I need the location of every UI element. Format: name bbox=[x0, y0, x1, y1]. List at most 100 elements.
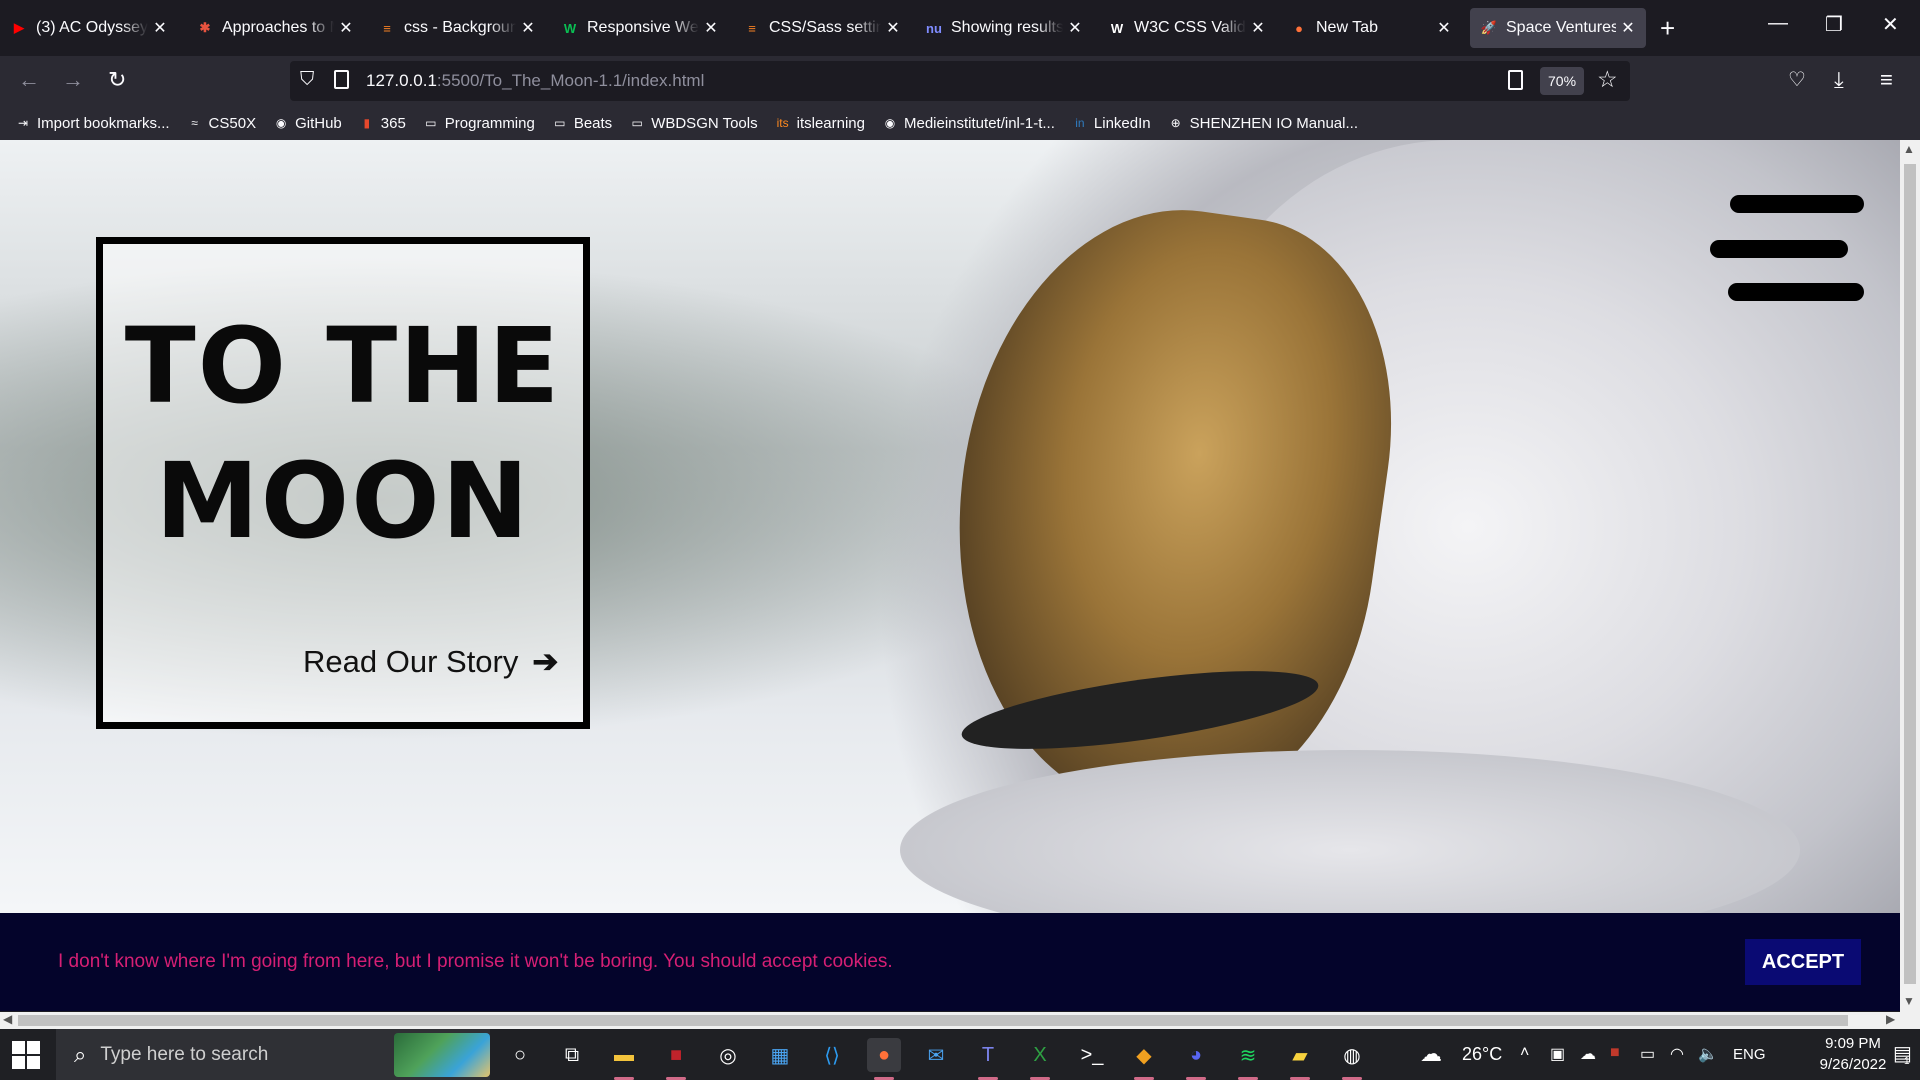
address-bar[interactable]: ⛉ 127.0.0.1:5500/To_The_Moon-1.1/index.h… bbox=[290, 61, 1630, 101]
bookmark-star-icon[interactable]: ☆ bbox=[1597, 66, 1618, 93]
vscode-icon[interactable]: ⟨⟩ bbox=[815, 1038, 849, 1072]
scroll-down-icon[interactable]: ▼ bbox=[1903, 994, 1915, 1008]
vertical-scrollbar[interactable]: ▲ ▼ bbox=[1900, 140, 1920, 1012]
nu-icon: nu bbox=[926, 20, 942, 36]
reload-icon[interactable]: ↻ bbox=[108, 67, 126, 93]
hero-background-image: TO THE MOON Read Our Story ➔ bbox=[0, 140, 1900, 950]
url-text[interactable]: 127.0.0.1:5500/To_The_Moon-1.1/index.htm… bbox=[366, 71, 704, 91]
forward-arrow-icon[interactable]: → bbox=[62, 67, 84, 93]
close-tab-icon[interactable]: ✕ bbox=[1436, 18, 1452, 38]
close-window-button[interactable]: ✕ bbox=[1882, 12, 1899, 37]
bookmark-item[interactable]: ⊕ SHENZHEN IO Manual... bbox=[1167, 114, 1358, 132]
browser-tab[interactable]: ≡ css - Background ✕ bbox=[368, 8, 546, 48]
meet-now-icon[interactable]: ▣ bbox=[1550, 1044, 1565, 1064]
page-viewport: TO THE MOON Read Our Story ➔ I don't know… bbox=[0, 140, 1900, 1012]
scroll-up-icon[interactable]: ▲ bbox=[1903, 142, 1915, 156]
cortana-icon[interactable]: ○ bbox=[503, 1038, 537, 1072]
zoom-level[interactable]: 70% bbox=[1540, 67, 1585, 95]
battery-icon[interactable]: ▭ bbox=[1640, 1044, 1655, 1064]
browser-tab[interactable]: nu Showing results f ✕ bbox=[915, 8, 1093, 48]
close-tab-icon[interactable]: ✕ bbox=[703, 18, 719, 38]
volume-icon[interactable]: 🔈 bbox=[1698, 1044, 1718, 1064]
accept-cookies-button[interactable]: ACCEPT bbox=[1745, 939, 1861, 985]
store-icon[interactable]: ▦ bbox=[763, 1038, 797, 1072]
horizontal-scrollbar[interactable]: ◀ ▶ bbox=[0, 1012, 1920, 1029]
browser-tab[interactable]: ▶ (3) AC Odyssey: Sp✕ bbox=[0, 8, 178, 48]
close-tab-icon[interactable]: ✕ bbox=[152, 18, 168, 38]
bookmark-item[interactable]: ◉ Medieinstitutet/inl-1-t... bbox=[881, 114, 1055, 132]
bookmark-item[interactable]: ⇥ Import bookmarks... bbox=[14, 114, 170, 132]
windows-taskbar: ⌕ Type here to search ○ ⧉ ▬ ■ ◎ ▦ ⟨⟩ ● ✉ T X >_ ◆ ◕ ≋ ▰… bbox=[0, 1029, 1920, 1080]
scroll-left-icon[interactable]: ◀ bbox=[3, 1012, 12, 1026]
search-icon: ⌕ bbox=[74, 1041, 87, 1067]
terminal-icon[interactable]: >_ bbox=[1075, 1038, 1109, 1072]
sticky-notes-icon[interactable]: ▰ bbox=[1283, 1038, 1317, 1080]
bookmark-item[interactable]: in LinkedIn bbox=[1071, 114, 1150, 132]
hamburger-menu-button[interactable] bbox=[1710, 195, 1870, 305]
bookmark-item[interactable]: ≈ CS50X bbox=[186, 114, 256, 132]
close-tab-icon[interactable]: ✕ bbox=[338, 18, 354, 38]
browser-tab[interactable]: 🚀 Space Ventures ✕ bbox=[1470, 8, 1646, 48]
browser-tab[interactable]: ● New Tab ✕ bbox=[1280, 8, 1462, 48]
clock[interactable]: 9:09 PM 9/26/2022 bbox=[1816, 1033, 1890, 1075]
vertical-scroll-thumb[interactable] bbox=[1904, 164, 1916, 984]
onedrive-icon[interactable]: ☁ bbox=[1580, 1044, 1596, 1064]
weather-icon[interactable]: ☁ bbox=[1420, 1041, 1442, 1067]
chevron-up-icon[interactable]: ˄ bbox=[1520, 1044, 1529, 1062]
steam-icon[interactable]: ◎ bbox=[711, 1038, 745, 1072]
tab-title: New Tab bbox=[1316, 19, 1432, 37]
close-tab-icon[interactable]: ✕ bbox=[520, 18, 536, 38]
menu-icon[interactable]: ≡ bbox=[1880, 67, 1893, 93]
bookmark-label: Medieinstitutet/inl-1-t... bbox=[903, 114, 1055, 132]
git-icon[interactable]: ◆ bbox=[1127, 1038, 1161, 1080]
discord-icon[interactable]: ◕ bbox=[1179, 1038, 1213, 1080]
search-highlight-image bbox=[394, 1033, 490, 1077]
bookmark-item[interactable]: ▭ Programming bbox=[422, 114, 535, 132]
bookmark-item[interactable]: its itslearning bbox=[774, 114, 865, 132]
import-icon: ⇥ bbox=[17, 116, 29, 130]
tray-app-icon[interactable]: ■ bbox=[1610, 1044, 1620, 1062]
firefox-icon[interactable]: ● bbox=[867, 1038, 901, 1080]
read-our-story-link[interactable]: Read Our Story ➔ bbox=[303, 644, 558, 680]
rocket-icon: 🚀 bbox=[1480, 20, 1498, 35]
windows-start-icon[interactable] bbox=[12, 1041, 40, 1069]
close-tab-icon[interactable]: ✕ bbox=[1620, 18, 1636, 38]
bookmark-item[interactable]: ▭ Beats bbox=[551, 114, 612, 132]
search-placeholder: Type here to search bbox=[100, 1043, 269, 1065]
close-tab-icon[interactable]: ✕ bbox=[1250, 18, 1266, 38]
browser-tab[interactable]: W Responsive Web D✕ bbox=[551, 8, 729, 48]
browser-tab[interactable]: ≡ CSS/Sass setting✕ bbox=[733, 8, 911, 48]
tab-title: W3C CSS Validati bbox=[1134, 19, 1246, 37]
bookmark-item[interactable]: ▮ 365 bbox=[358, 114, 405, 132]
bookmark-item[interactable]: ▭ WBDSGN Tools bbox=[628, 114, 758, 132]
pocket-icon[interactable]: ♡ bbox=[1788, 67, 1806, 93]
restore-button[interactable]: ❐ bbox=[1825, 12, 1843, 37]
downloads-icon[interactable]: ⤓ bbox=[1834, 67, 1844, 93]
close-tab-icon[interactable]: ✕ bbox=[1067, 18, 1083, 38]
scroll-right-icon[interactable]: ▶ bbox=[1886, 1012, 1895, 1026]
mail-icon[interactable]: ✉ bbox=[919, 1038, 953, 1072]
weather-temp[interactable]: 26°C bbox=[1462, 1044, 1502, 1065]
close-tab-icon[interactable]: ✕ bbox=[885, 18, 901, 38]
xbox-icon[interactable]: X bbox=[1023, 1038, 1057, 1080]
shield-icon[interactable]: ⛉ bbox=[300, 69, 314, 91]
minimize-button[interactable]: — bbox=[1768, 12, 1788, 35]
taskbar-search-box[interactable]: ⌕ Type here to search bbox=[56, 1029, 490, 1080]
read-our-story-label: Read Our Story bbox=[303, 644, 519, 679]
new-tab-button[interactable]: + bbox=[1660, 14, 1675, 42]
wifi-icon[interactable]: ◠ bbox=[1670, 1044, 1684, 1064]
clock-date: 9/26/2022 bbox=[1819, 1056, 1887, 1073]
teams-icon[interactable]: T bbox=[971, 1038, 1005, 1080]
bookmark-item[interactable]: ◉ GitHub bbox=[272, 114, 342, 132]
task-view-icon[interactable]: ⧉ bbox=[555, 1038, 589, 1072]
file-explorer-icon[interactable]: ▬ bbox=[607, 1038, 641, 1080]
reader-view-icon[interactable] bbox=[1508, 70, 1523, 90]
browser-tab[interactable]: W W3C CSS Validati✕ bbox=[1098, 8, 1276, 48]
obs-icon[interactable]: ◍ bbox=[1335, 1038, 1369, 1080]
spotify-icon[interactable]: ≋ bbox=[1231, 1038, 1265, 1080]
back-arrow-icon[interactable]: ← bbox=[18, 67, 40, 93]
language-indicator[interactable]: ENG bbox=[1733, 1046, 1766, 1063]
browser-tab[interactable]: ✱ Approaches to Ma✕ bbox=[186, 8, 364, 48]
app-red-icon[interactable]: ■ bbox=[659, 1038, 693, 1080]
horizontal-scroll-thumb[interactable] bbox=[18, 1015, 1848, 1026]
